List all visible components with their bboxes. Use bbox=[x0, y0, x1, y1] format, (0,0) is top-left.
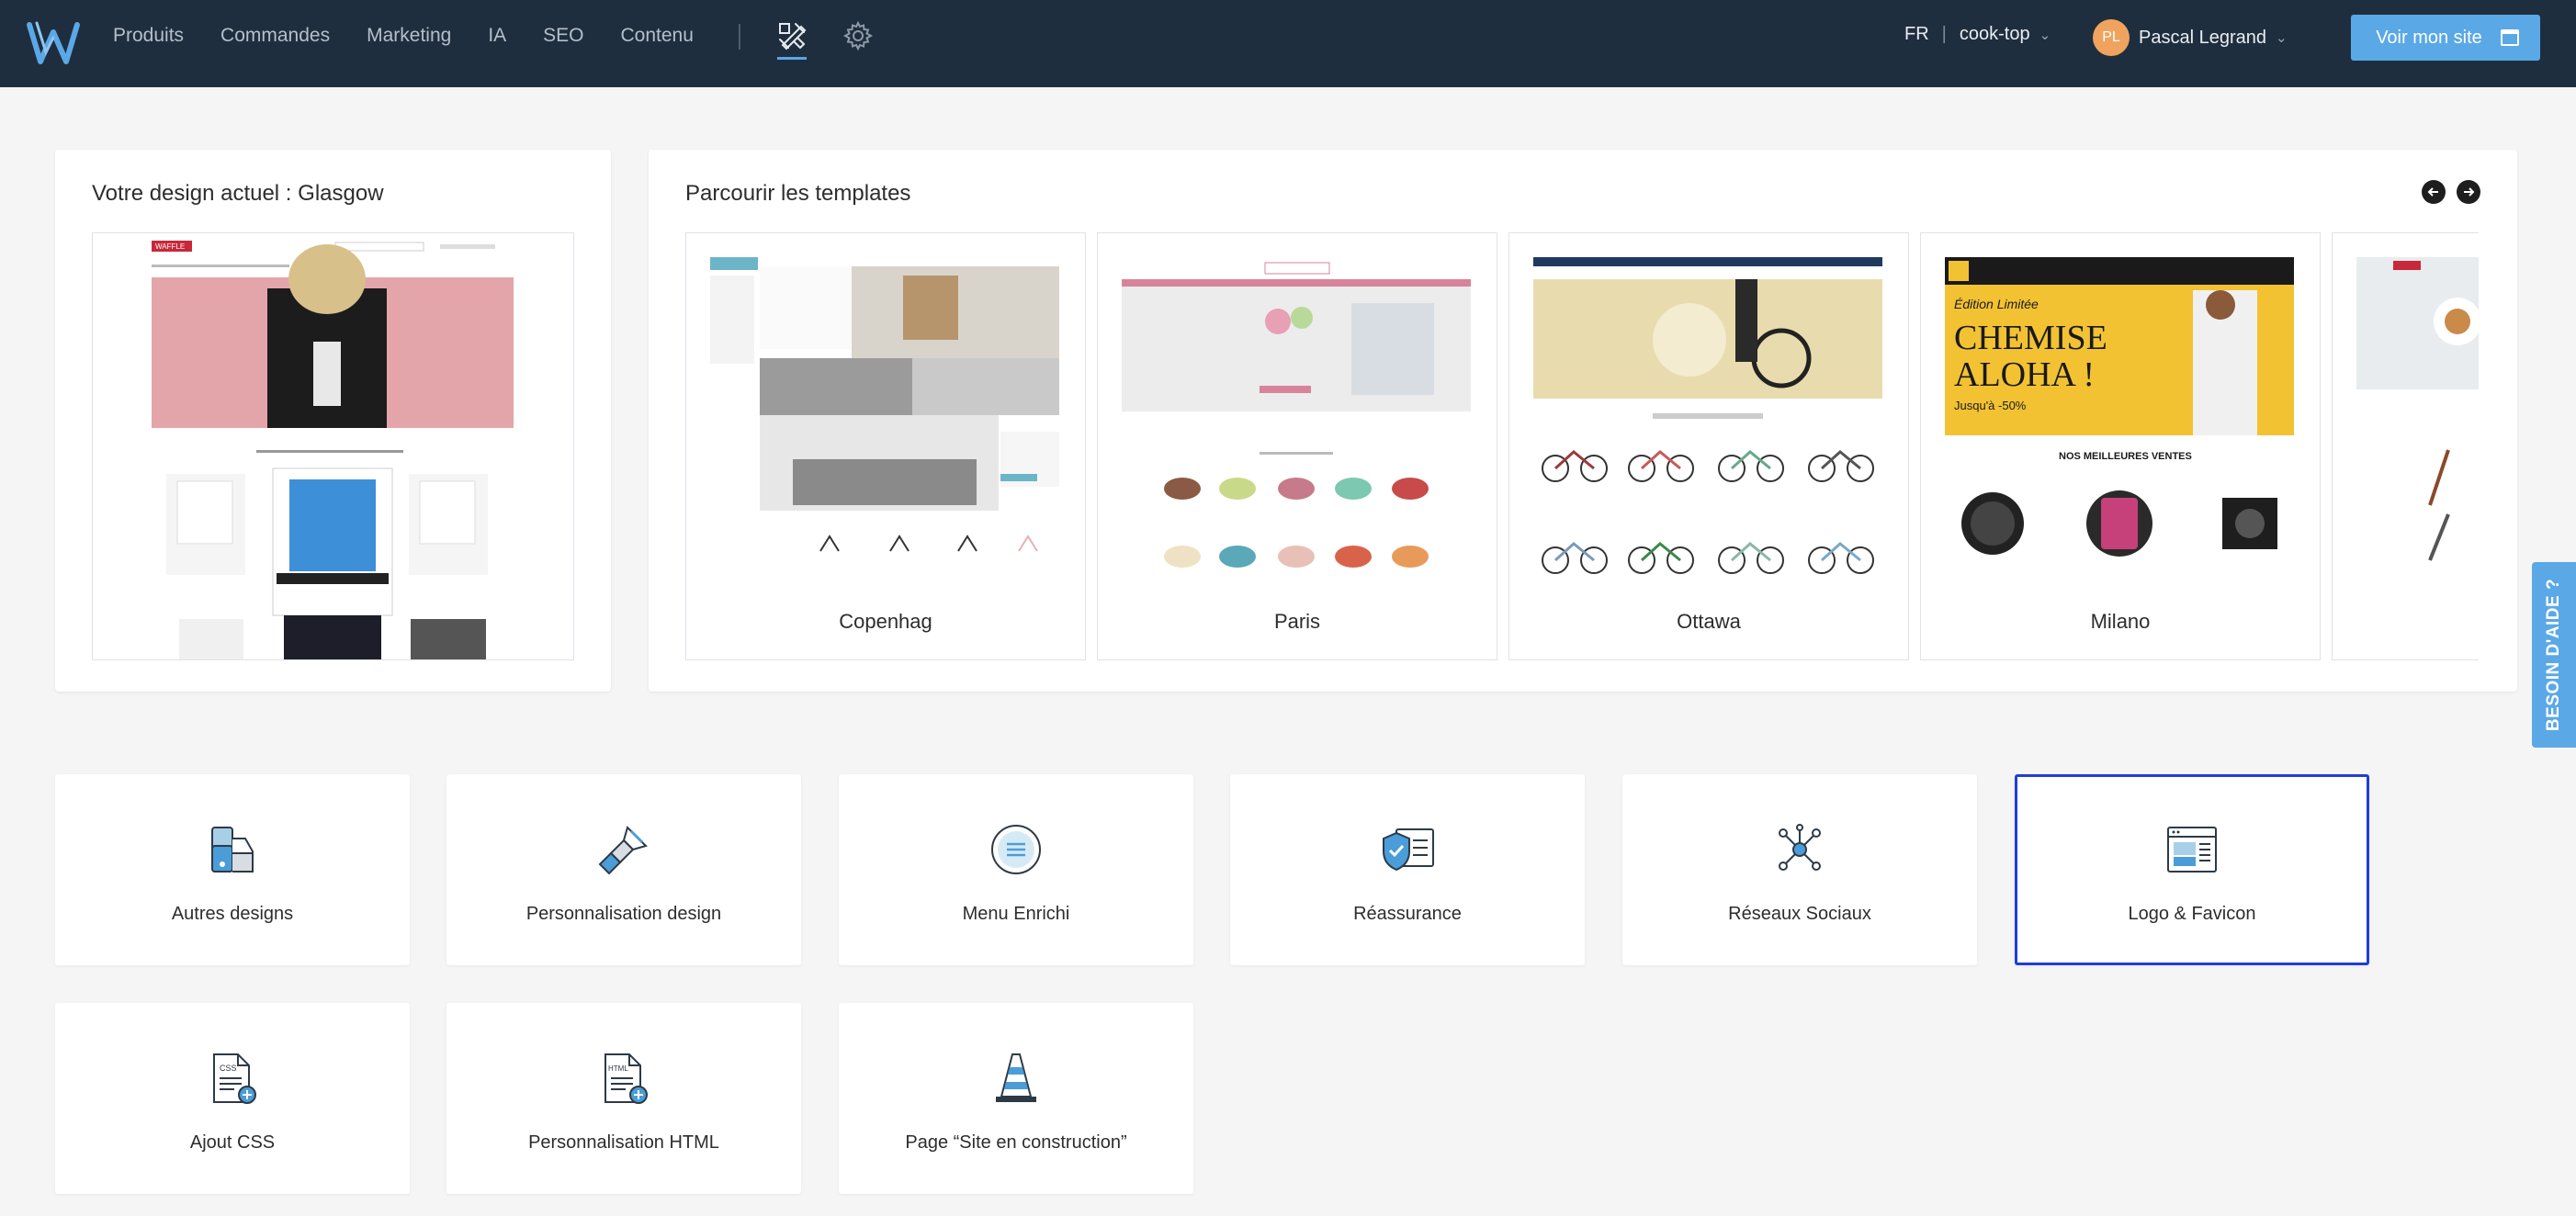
language-shop-selector[interactable]: FR | cook-top ⌄ bbox=[1904, 24, 2051, 45]
nav-produits[interactable]: Produits bbox=[113, 25, 184, 47]
tile-label: Logo & Favicon bbox=[2128, 904, 2256, 924]
browser-icon bbox=[2501, 29, 2519, 46]
template-name: Milano bbox=[2090, 610, 2151, 633]
templates-carousel: Copenhag Paris Ottawa Édition Limitée CH… bbox=[685, 232, 2479, 660]
current-design-card: Votre design actuel : Glasgow WAFFLE bbox=[55, 150, 611, 692]
template-name: Copenhag bbox=[839, 610, 932, 633]
nav-divider bbox=[739, 24, 740, 50]
design-tools-icon[interactable] bbox=[777, 21, 807, 51]
tile-label: Ajout CSS bbox=[189, 1132, 276, 1153]
paint-brush-icon bbox=[598, 826, 648, 875]
tile-label: Personnalisation HTML bbox=[528, 1132, 719, 1153]
copenhag-preview-image bbox=[710, 257, 1059, 552]
tile-personnalisation-design[interactable]: Personnalisation design bbox=[446, 774, 801, 965]
user-name: Pascal Legrand bbox=[2139, 27, 2266, 48]
template-card-paris[interactable]: Paris bbox=[1097, 232, 1497, 660]
nav-ia[interactable]: IA bbox=[488, 25, 506, 47]
milano-banner-line3: ALOHA ! bbox=[1954, 355, 2095, 394]
language-code: FR bbox=[1904, 24, 1929, 44]
tile-label: Menu Enrichi bbox=[962, 904, 1070, 924]
tile-menu-enrichi[interactable]: Menu Enrichi bbox=[839, 774, 1193, 965]
tile-logo-favicon[interactable]: Logo & Favicon bbox=[2015, 774, 2369, 965]
app-logo-icon[interactable] bbox=[24, 16, 83, 71]
gear-icon[interactable] bbox=[843, 21, 873, 51]
shop-name: cook-top bbox=[1959, 24, 2030, 44]
help-tab-label: BESOIN D'AIDE ? bbox=[2544, 578, 2563, 732]
milano-banner-line2: CHEMISE bbox=[1954, 319, 2107, 357]
nav-seo[interactable]: SEO bbox=[543, 25, 583, 47]
network-icon bbox=[1779, 824, 1821, 871]
svg-text:CSS: CSS bbox=[220, 1064, 237, 1073]
nav-commandes[interactable]: Commandes bbox=[220, 25, 330, 47]
tile-label: Personnalisation design bbox=[525, 904, 722, 924]
visit-site-button[interactable]: Voir mon site bbox=[2351, 15, 2540, 61]
lang-separator: | bbox=[1941, 24, 1947, 44]
milano-preview-image: Édition Limitée CHEMISE ALOHA ! Jusqu'à … bbox=[1945, 257, 2294, 557]
current-design-preview[interactable]: WAFFLE bbox=[92, 232, 574, 660]
nav-marketing[interactable]: Marketing bbox=[367, 25, 451, 47]
avatar: PL bbox=[2093, 19, 2130, 56]
tile-label: Page “Site en construction” bbox=[905, 1132, 1127, 1153]
chevron-down-icon: ⌄ bbox=[2039, 27, 2051, 43]
template-name: Ottawa bbox=[1677, 610, 1741, 633]
nav-contenu[interactable]: Contenu bbox=[621, 25, 694, 47]
tile-label: Réseaux Sociaux bbox=[1728, 904, 1871, 924]
browser-window-icon bbox=[2167, 827, 2217, 873]
visit-site-label: Voir mon site bbox=[2376, 27, 2482, 48]
milano-banner-line1: Édition Limitée bbox=[1954, 297, 2039, 311]
tile-autres-designs[interactable]: Autres designs bbox=[55, 774, 410, 965]
template-name: Paris bbox=[1273, 610, 1321, 633]
template-card-ottawa[interactable]: Ottawa bbox=[1508, 232, 1909, 660]
template-card-milano[interactable]: Édition Limitée CHEMISE ALOHA ! Jusqu'à … bbox=[1920, 232, 2321, 660]
menu-circle-icon bbox=[991, 825, 1041, 874]
chevron-down-icon: ⌄ bbox=[2275, 30, 2288, 46]
active-tab-indicator bbox=[777, 57, 807, 60]
shield-check-icon bbox=[1383, 828, 1434, 872]
tile-reseaux-sociaux[interactable]: Réseaux Sociaux bbox=[1622, 774, 1977, 965]
user-menu[interactable]: PL Pascal Legrand ⌄ bbox=[2093, 19, 2288, 56]
template-card-partial[interactable] bbox=[2332, 232, 2479, 660]
milano-banner-line4: Jusqu'à -50% bbox=[1954, 399, 2027, 412]
templates-title: Parcourir les templates bbox=[685, 181, 911, 206]
carousel-arrows bbox=[2422, 180, 2480, 204]
template-card-copenhag[interactable]: Copenhag bbox=[685, 232, 1086, 660]
ottawa-preview-image bbox=[1533, 257, 1882, 574]
arrow-left-icon[interactable] bbox=[2422, 180, 2446, 204]
milano-section-title: NOS MEILLEURES VENTES bbox=[2059, 451, 2192, 462]
glasgow-preview-image: WAFFLE bbox=[152, 241, 514, 659]
preview-brand: WAFFLE bbox=[155, 242, 185, 251]
partial-template-preview-image bbox=[2356, 257, 2479, 561]
palette-swatch-icon bbox=[211, 827, 254, 873]
top-navigation-bar: Produits Commandes Marketing IA SEO Cont… bbox=[0, 0, 2576, 87]
current-design-title: Votre design actuel : Glasgow bbox=[92, 181, 384, 206]
tile-label: Réassurance bbox=[1353, 904, 1462, 924]
templates-browser-card: Parcourir les templates Copenhag Paris O… bbox=[649, 150, 2517, 692]
html-file-icon: HTML bbox=[604, 1053, 648, 1104]
main-nav: Produits Commandes Marketing IA SEO Cont… bbox=[113, 0, 730, 72]
help-tab[interactable]: BESOIN D'AIDE ? bbox=[2532, 562, 2576, 748]
svg-text:HTML: HTML bbox=[608, 1064, 628, 1073]
tile-reassurance[interactable]: Réassurance bbox=[1230, 774, 1585, 965]
tile-label: Autres designs bbox=[171, 904, 294, 924]
css-file-icon: CSS bbox=[213, 1053, 256, 1104]
tile-personnalisation-html[interactable]: HTML Personnalisation HTML bbox=[446, 1003, 801, 1194]
arrow-right-icon[interactable] bbox=[2457, 180, 2480, 204]
tile-ajout-css[interactable]: CSS Ajout CSS bbox=[55, 1003, 410, 1194]
traffic-cone-icon bbox=[996, 1053, 1036, 1102]
paris-preview-image bbox=[1122, 262, 1471, 568]
tile-site-en-construction[interactable]: Page “Site en construction” bbox=[839, 1003, 1193, 1194]
